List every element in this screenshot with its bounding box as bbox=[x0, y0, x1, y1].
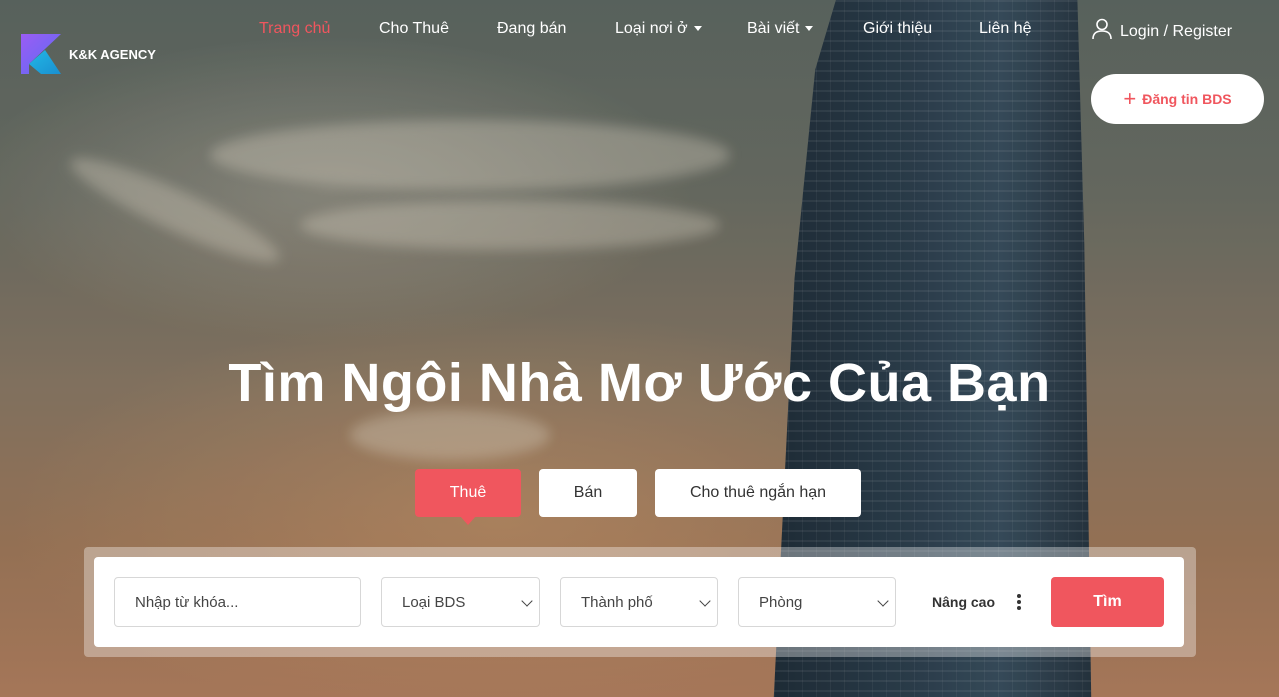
nav-item-label: Loại nơi ở bbox=[615, 20, 688, 37]
hero-headline: Tìm Ngôi Nhà Mơ Ước Của Bạn bbox=[228, 353, 1051, 413]
hero-section: K&K AGENCY Trang chủ Cho Thuê Đang bán L… bbox=[0, 0, 1279, 697]
nav-item-home[interactable]: Trang chủ bbox=[259, 18, 330, 40]
login-label: Login / Register bbox=[1120, 23, 1233, 40]
search-button[interactable]: Tìm bbox=[1051, 577, 1164, 627]
post-listing-label: Đăng tin BDS bbox=[1142, 91, 1232, 107]
post-listing-button[interactable]: + Đăng tin BDS bbox=[1091, 74, 1264, 124]
nav-item-posts[interactable]: Bài viết bbox=[747, 18, 814, 40]
tab-short-term-rent[interactable]: Cho thuê ngắn hạn bbox=[655, 469, 861, 517]
tab-rent[interactable]: Thuê bbox=[415, 469, 521, 517]
nav-item-label: Bài viết bbox=[747, 20, 800, 37]
advanced-search-toggle[interactable]: Nâng cao bbox=[932, 594, 995, 610]
login-register-link[interactable]: Login / Register bbox=[1092, 18, 1232, 43]
main-nav: Trang chủ Cho Thuê Đang bán Loại nơi ở B… bbox=[0, 18, 1279, 42]
chevron-down-icon bbox=[805, 26, 814, 32]
property-type-value: Loại BDS bbox=[402, 593, 466, 611]
room-select[interactable]: Phòng bbox=[738, 577, 896, 627]
nav-item-property-types[interactable]: Loại nơi ở bbox=[615, 18, 702, 40]
nav-item-about[interactable]: Giới thiệu bbox=[863, 18, 932, 40]
chevron-down-icon bbox=[521, 595, 533, 607]
property-type-select[interactable]: Loại BDS bbox=[381, 577, 540, 627]
chevron-down-icon bbox=[877, 595, 889, 607]
chevron-down-icon bbox=[699, 595, 711, 607]
plus-icon: + bbox=[1123, 86, 1137, 111]
keyword-field[interactable] bbox=[114, 577, 361, 627]
active-tab-pointer bbox=[460, 516, 476, 525]
brand-name: K&K AGENCY bbox=[69, 46, 156, 62]
keyword-input[interactable] bbox=[135, 593, 340, 611]
nav-item-contact[interactable]: Liên hệ bbox=[979, 18, 1032, 40]
city-select[interactable]: Thành phố bbox=[560, 577, 718, 627]
nav-item-rent[interactable]: Cho Thuê bbox=[379, 18, 449, 40]
user-icon bbox=[1092, 18, 1112, 40]
chevron-down-icon bbox=[693, 26, 702, 32]
room-value: Phòng bbox=[759, 593, 803, 611]
more-options-icon[interactable] bbox=[1016, 594, 1022, 610]
nav-item-selling[interactable]: Đang bán bbox=[497, 18, 566, 40]
city-value: Thành phố bbox=[581, 593, 653, 611]
tab-sell[interactable]: Bán bbox=[539, 469, 637, 517]
